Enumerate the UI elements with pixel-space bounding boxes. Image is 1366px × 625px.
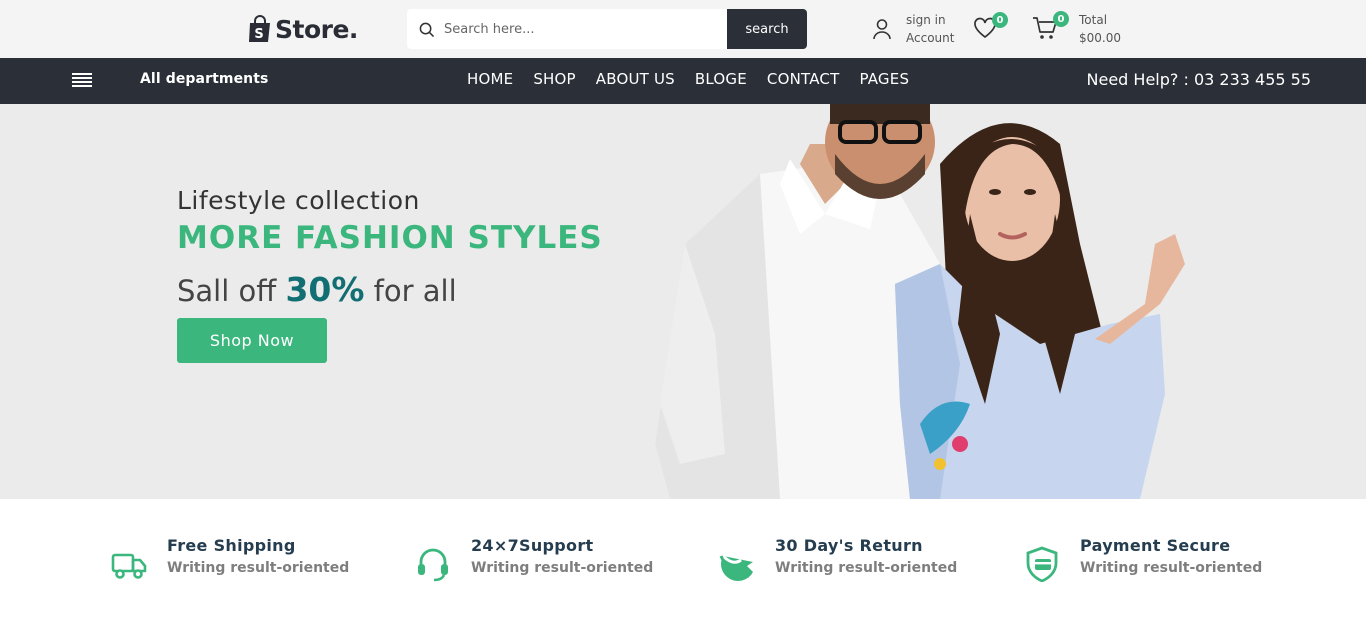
headset-icon: [418, 548, 448, 582]
sale-prefix: Sall off: [177, 274, 277, 308]
svg-text:S: S: [254, 27, 263, 42]
cart-count-badge: 0: [1053, 11, 1069, 27]
main-nav: All departments HOME SHOP ABOUT US BLOGE…: [0, 58, 1366, 104]
nav-item-pages[interactable]: PAGES: [859, 70, 909, 88]
feature-payment: Payment Secure Writing result-oriented: [1024, 536, 1262, 582]
feature-title: Free Shipping: [167, 536, 296, 555]
search-bar: search: [407, 9, 807, 49]
top-header: S Store. search sign in Account 0: [0, 0, 1366, 58]
hero-title: MORE FASHION STYLES: [177, 220, 603, 256]
total-value: $00.00: [1079, 31, 1121, 45]
search-icon: [419, 22, 434, 37]
help-phone[interactable]: Need Help? : 03 233 455 55: [1087, 70, 1311, 89]
shield-card-icon: [1026, 546, 1058, 582]
nav-item-bloge[interactable]: BLOGE: [695, 70, 747, 88]
nav-item-contact[interactable]: CONTACT: [767, 70, 840, 88]
feature-subtitle: Writing result-oriented: [471, 560, 654, 576]
cart-button[interactable]: 0: [1032, 11, 1069, 42]
cart-total: Total $00.00: [1079, 11, 1121, 47]
account-label: Account: [906, 31, 955, 45]
sign-in-label: sign in: [906, 13, 946, 27]
menu-icon[interactable]: [72, 73, 92, 89]
feature-title: 24×7Support: [471, 536, 594, 555]
search-box: [407, 9, 727, 49]
nav-menu: HOME SHOP ABOUT US BLOGE CONTACT PAGES: [467, 70, 909, 88]
all-departments-button[interactable]: All departments: [140, 71, 268, 87]
shopping-bag-icon: S: [249, 15, 270, 42]
nav-item-about-us[interactable]: ABOUT US: [596, 70, 675, 88]
feature-return: 30 Day's Return Writing result-oriented: [719, 536, 957, 582]
feature-title: Payment Secure: [1080, 536, 1231, 555]
account-link[interactable]: sign in Account: [872, 11, 954, 47]
feature-subtitle: Writing result-oriented: [167, 560, 350, 576]
nav-item-home[interactable]: HOME: [467, 70, 513, 88]
logo[interactable]: S Store.: [248, 13, 358, 45]
search-input[interactable]: [444, 21, 704, 37]
features-bar: Free Shipping Writing result-oriented 24…: [0, 499, 1366, 625]
hero-couple-image: [655, 104, 1185, 499]
feature-subtitle: Writing result-oriented: [1080, 560, 1263, 576]
truck-icon: [111, 553, 147, 579]
feature-support: 24×7Support Writing result-oriented: [415, 536, 653, 582]
return-icon: [719, 554, 753, 581]
wishlist-button[interactable]: 0: [973, 12, 1008, 43]
sale-suffix: for all: [373, 274, 457, 308]
account-text: sign in Account: [906, 11, 954, 47]
hero-banner: Lifestyle collection MORE FASHION STYLES…: [0, 104, 1366, 499]
logo-text: Store.: [275, 14, 358, 44]
search-button[interactable]: search: [727, 9, 807, 49]
nav-item-shop[interactable]: SHOP: [533, 70, 575, 88]
user-icon: [873, 19, 891, 40]
hero-kicker: Lifestyle collection: [177, 186, 420, 215]
feature-free-shipping: Free Shipping Writing result-oriented: [111, 536, 349, 582]
sale-percent: 30%: [285, 270, 365, 309]
shop-now-button[interactable]: Shop Now: [177, 318, 327, 363]
wishlist-count-badge: 0: [992, 12, 1008, 28]
total-label: Total: [1079, 13, 1108, 27]
hero-sale-line: Sall off 30% for all: [177, 270, 457, 309]
feature-subtitle: Writing result-oriented: [775, 560, 958, 576]
feature-title: 30 Day's Return: [775, 536, 923, 555]
